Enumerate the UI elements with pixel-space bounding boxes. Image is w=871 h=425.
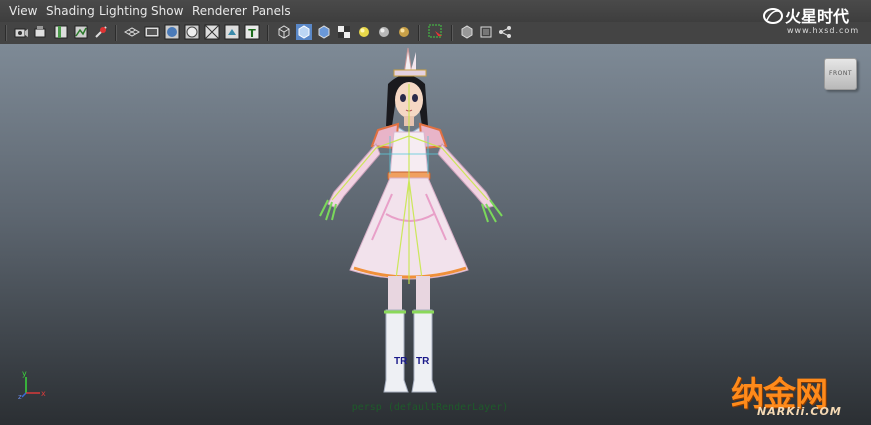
toolbar-separator <box>267 25 269 41</box>
2d-pan-zoom-icon[interactable] <box>93 24 109 40</box>
toolbar-separator <box>5 25 7 41</box>
use-all-lights-icon[interactable] <box>356 24 372 40</box>
view-cube[interactable]: FRONT <box>824 58 857 90</box>
menu-show[interactable]: Show <box>151 4 183 18</box>
axis-z-label: z <box>18 393 22 399</box>
gate-mask-icon[interactable] <box>184 24 200 40</box>
grid-icon[interactable] <box>124 24 140 40</box>
field-chart-icon[interactable] <box>204 24 220 40</box>
axis-y-label: y <box>22 369 27 378</box>
logo-url-text: www.hxsd.com <box>787 26 859 35</box>
bookmark-icon[interactable] <box>53 24 69 40</box>
smooth-shade-icon[interactable] <box>296 24 312 40</box>
view-cube-label: FRONT <box>829 70 852 77</box>
xray-icon[interactable] <box>459 24 475 40</box>
toolbar-separator <box>451 25 453 41</box>
isolate-select-icon[interactable] <box>428 24 444 40</box>
left-boot-shape <box>383 309 409 393</box>
narkii-watermark: 纳金网 NARKii.COM <box>727 367 867 423</box>
perspective-viewport[interactable]: FRONT TR TR y x z persp (defaultRenderLa… <box>0 44 871 425</box>
high-quality-icon[interactable] <box>396 24 412 40</box>
menu-panels[interactable]: Panels <box>252 4 291 18</box>
logo-main-text: 火星时代 <box>785 7 849 26</box>
image-plane-icon[interactable] <box>73 24 89 40</box>
camera-attributes-icon[interactable] <box>33 24 49 40</box>
menu-bar: View Shading Lighting Show Renderer Pane… <box>0 0 871 22</box>
right-boot-shape <box>411 309 437 393</box>
flat-shade-icon[interactable] <box>316 24 332 40</box>
manipulator-label: TR <box>416 356 430 367</box>
eye-shape <box>400 94 406 102</box>
axis-x-label: x <box>41 389 46 398</box>
character-model[interactable] <box>310 44 540 404</box>
menu-shading[interactable]: Shading <box>46 4 95 18</box>
safe-action-icon[interactable] <box>224 24 240 40</box>
textured-icon[interactable] <box>336 24 352 40</box>
watermark-sub-text: NARKii.COM <box>757 405 842 418</box>
wireframe-icon[interactable] <box>276 24 292 40</box>
axis-indicator: y x z <box>18 369 46 399</box>
safe-title-icon[interactable]: T <box>244 24 260 40</box>
camera-select-icon[interactable] <box>13 24 29 40</box>
xray-joints-icon[interactable] <box>478 24 494 40</box>
toolbar-separator <box>418 25 420 41</box>
hxsd-logo: 火星时代 www.hxsd.com <box>761 2 865 36</box>
headband-shape <box>393 69 427 77</box>
xray-active-icon[interactable] <box>497 24 513 40</box>
menu-view[interactable]: View <box>9 4 37 18</box>
manipulator-label: TR <box>394 356 408 367</box>
eye-shape <box>412 94 418 102</box>
resolution-gate-icon[interactable] <box>164 24 180 40</box>
panel-toolbar: T <box>0 22 871 45</box>
shadows-icon[interactable] <box>376 24 392 40</box>
left-arm-shape <box>327 143 381 209</box>
svg-text:T: T <box>248 27 256 40</box>
toolbar-separator <box>115 25 117 41</box>
menu-renderer[interactable]: Renderer <box>192 4 247 18</box>
menu-lighting[interactable]: Lighting <box>99 4 148 18</box>
film-gate-icon[interactable] <box>144 24 160 40</box>
